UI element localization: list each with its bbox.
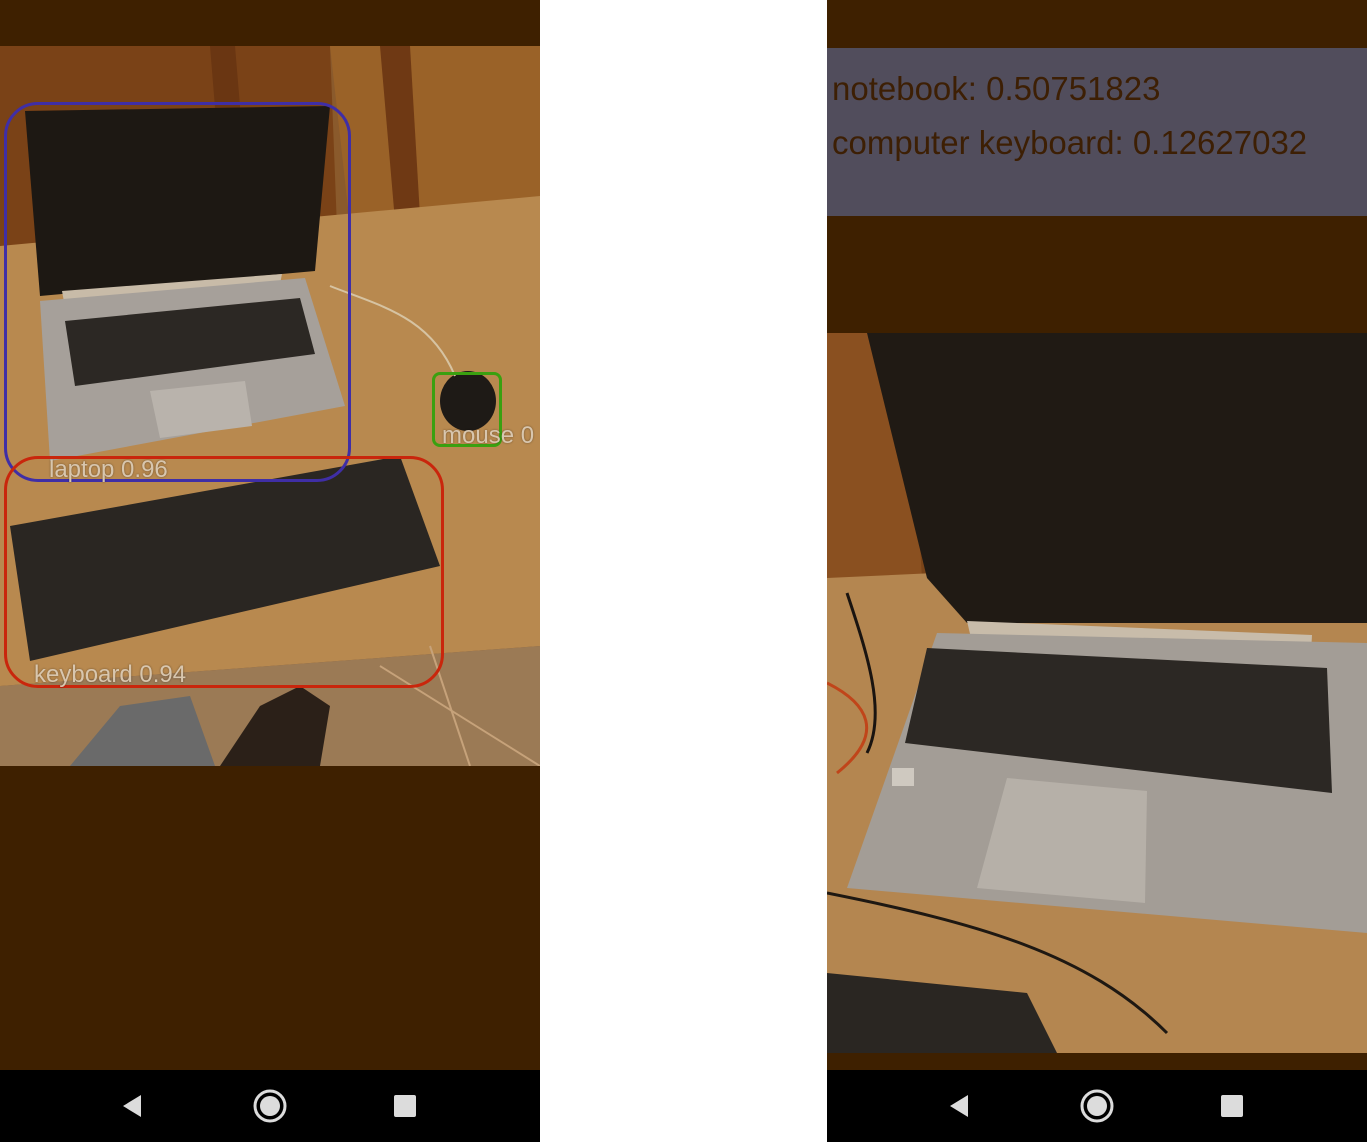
classification-screen: notebook: 0.50751823 computer keyboard: … xyxy=(827,0,1367,1142)
classification-results-panel: notebook: 0.50751823 computer keyboard: … xyxy=(827,48,1367,216)
result-row-notebook: notebook: 0.50751823 xyxy=(832,70,1161,107)
camera-preview xyxy=(827,333,1367,1053)
home-button[interactable] xyxy=(1062,1070,1132,1142)
back-triangle-icon xyxy=(950,1095,968,1117)
back-button[interactable] xyxy=(98,1070,168,1142)
navigation-bar xyxy=(827,1070,1367,1142)
navigation-bar xyxy=(0,1070,540,1142)
detection-screen: laptop 0.96 keyboard 0.94 mouse 0 xyxy=(0,0,540,1142)
home-circle-icon xyxy=(1080,1089,1114,1123)
recents-square-icon xyxy=(394,1095,416,1117)
laptop-bounding-box xyxy=(4,102,351,482)
back-button[interactable] xyxy=(925,1070,995,1142)
keyboard-detection-label: keyboard 0.94 xyxy=(34,661,187,688)
back-triangle-icon xyxy=(123,1095,141,1117)
camera-preview: laptop 0.96 keyboard 0.94 mouse 0 xyxy=(0,46,540,766)
home-button[interactable] xyxy=(235,1070,305,1142)
keyboard-bounding-box xyxy=(4,456,444,688)
result-row-computer-keyboard: computer keyboard: 0.12627032 xyxy=(832,124,1308,161)
mouse-detection-label: mouse 0 xyxy=(442,422,535,449)
status-bar xyxy=(0,0,540,46)
status-bar xyxy=(827,0,1367,46)
home-circle-icon xyxy=(253,1089,287,1123)
recents-button[interactable] xyxy=(370,1070,440,1142)
recents-button[interactable] xyxy=(1197,1070,1267,1142)
camera-scene-image xyxy=(827,333,1367,1053)
recents-square-icon xyxy=(1221,1095,1243,1117)
